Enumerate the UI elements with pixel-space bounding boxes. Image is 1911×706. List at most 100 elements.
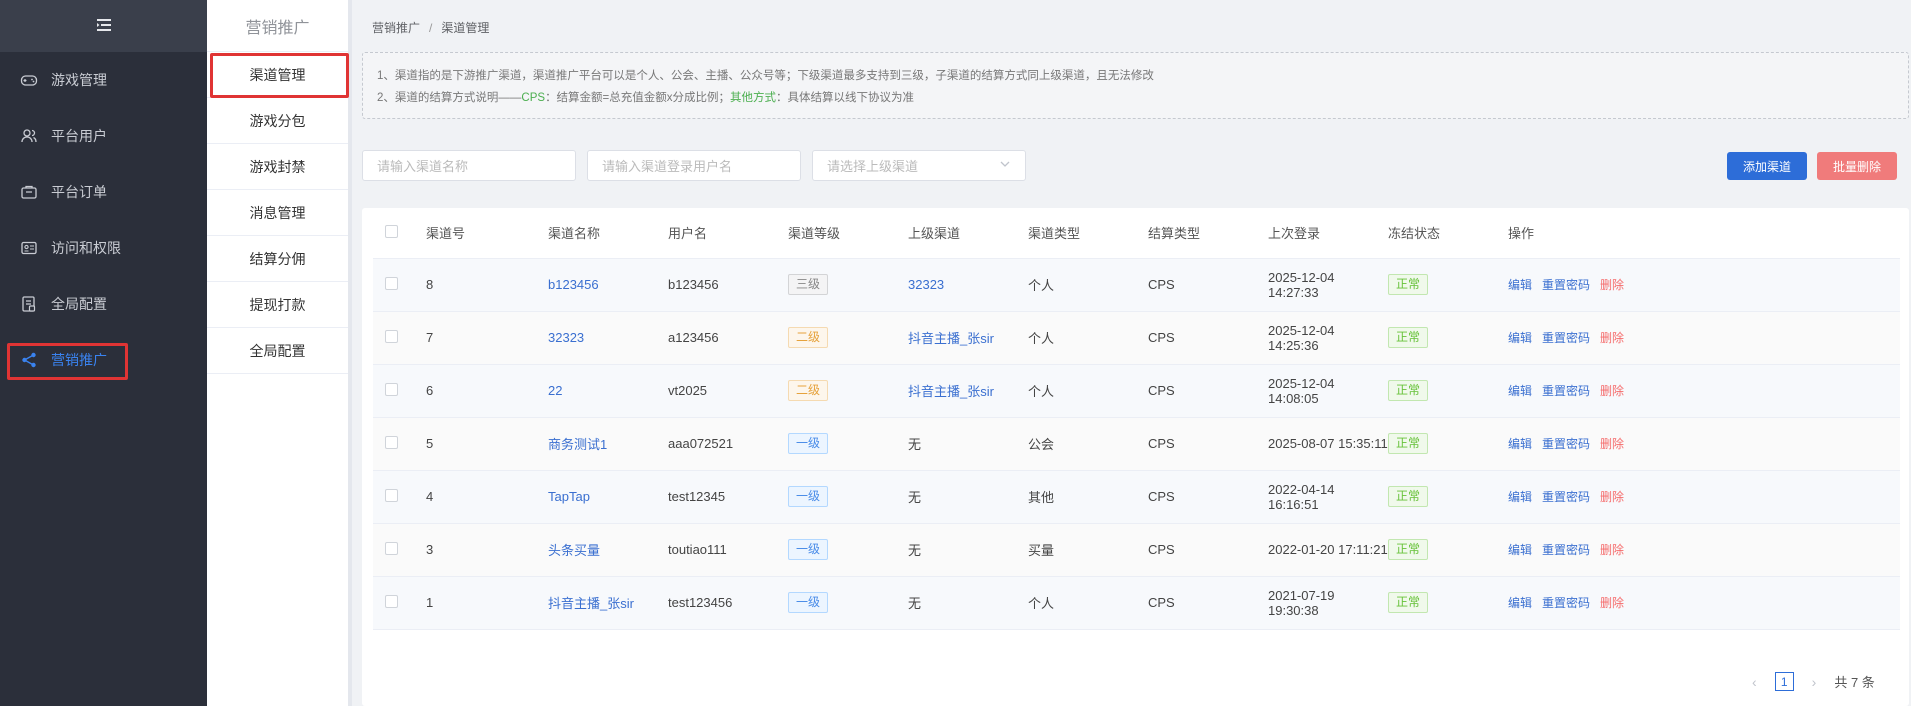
submenu-item[interactable]: 游戏分包 [207, 98, 348, 144]
prev-page-button[interactable]: ‹ [1752, 674, 1757, 690]
submenu-item[interactable]: 结算分佣 [207, 236, 348, 282]
status-badge: 正常 [1388, 486, 1429, 507]
actions-cell: 编辑 重置密码 删除 [1508, 417, 1900, 471]
username: test12345 [668, 470, 788, 524]
row-select-cell [373, 523, 426, 577]
parent-channel: 无 [908, 596, 922, 611]
channel-name-input[interactable]: 请输入渠道名称 [362, 150, 576, 181]
main-sidebar: 游戏管理 平台用户平台订单访问和权限 全局配置 营销推广 [0, 0, 207, 706]
table-row: 7 32323 a123456 二级 抖音主播_张sir 个人 CPS 2025-12-04 … [373, 311, 1900, 365]
submenu-item[interactable]: 渠道管理 [207, 52, 348, 98]
row-checkbox[interactable] [385, 435, 398, 449]
parent-channel: 无 [908, 543, 922, 558]
submenu-item[interactable]: 游戏封禁 [207, 144, 348, 190]
channel-name-cell: b123456 [548, 258, 668, 312]
level-cell: 一级 [788, 470, 908, 524]
delete-button[interactable]: 删除 [1600, 331, 1624, 345]
row-checkbox[interactable] [385, 329, 398, 343]
edit-button[interactable]: 编辑 [1508, 596, 1532, 610]
edit-button[interactable]: 编辑 [1508, 384, 1532, 398]
edit-button[interactable]: 编辑 [1508, 490, 1532, 504]
breadcrumb-separator: / [429, 21, 433, 35]
share-icon [20, 351, 38, 369]
delete-button[interactable]: 删除 [1600, 278, 1624, 292]
reset-password-button[interactable]: 重置密码 [1542, 490, 1590, 504]
parent-cell: 无 [908, 576, 1028, 630]
breadcrumb-root[interactable]: 营销推广 [372, 21, 420, 35]
page-number-button[interactable]: 1 [1774, 672, 1794, 691]
column-header: 操作 [1508, 208, 1900, 259]
delete-button[interactable]: 删除 [1600, 384, 1624, 398]
row-checkbox[interactable] [385, 541, 398, 555]
reset-password-button[interactable]: 重置密码 [1542, 543, 1590, 557]
column-header: 渠道等级 [788, 208, 908, 259]
total-count: 共 7 条 [1834, 675, 1875, 690]
table-row: 6 22 vt2025 二级 抖音主播_张sir 个人 CPS 2025-12-04 14:0… [373, 364, 1900, 418]
menu-toggle[interactable] [0, 0, 207, 52]
row-checkbox[interactable] [385, 276, 398, 290]
channel-type: 公会 [1028, 417, 1148, 471]
channel-id: 3 [426, 523, 548, 577]
parent-cell: 无 [908, 470, 1028, 524]
select-all-checkbox[interactable] [385, 224, 398, 238]
reset-password-button[interactable]: 重置密码 [1542, 331, 1590, 345]
channel-name-link[interactable]: 头条买量 [548, 543, 600, 558]
parent-channel-select[interactable]: 请选择上级渠道 [812, 150, 1026, 181]
channel-name-link[interactable]: 32323 [548, 330, 584, 345]
channel-name-link[interactable]: 抖音主播_张sir [548, 596, 634, 611]
settlement-type: CPS [1148, 364, 1268, 418]
status-cell: 正常 [1388, 523, 1508, 577]
sidebar-item-label: 平台订单 [51, 184, 107, 200]
channel-name-link[interactable]: b123456 [548, 277, 599, 292]
edit-button[interactable]: 编辑 [1508, 437, 1532, 451]
parent-channel[interactable]: 抖音主播_张sir [908, 384, 994, 399]
row-checkbox[interactable] [385, 488, 398, 502]
delete-button[interactable]: 删除 [1600, 490, 1624, 504]
sidebar-item[interactable]: 平台用户 [0, 108, 207, 164]
next-page-button[interactable]: › [1812, 674, 1817, 690]
channel-id: 6 [426, 364, 548, 418]
submenu-item[interactable]: 消息管理 [207, 190, 348, 236]
actions-cell: 编辑 重置密码 删除 [1508, 311, 1900, 365]
sidebar-item[interactable]: 全局配置 [0, 276, 207, 332]
reset-password-button[interactable]: 重置密码 [1542, 596, 1590, 610]
sidebar-item[interactable]: 营销推广 [0, 332, 207, 388]
delete-button[interactable]: 删除 [1600, 543, 1624, 557]
row-checkbox[interactable] [385, 382, 398, 396]
reset-password-button[interactable]: 重置密码 [1542, 437, 1590, 451]
submenu-item[interactable]: 提现打款 [207, 282, 348, 328]
status-cell: 正常 [1388, 364, 1508, 418]
chevron-down-icon [999, 158, 1011, 173]
sidebar-item[interactable]: 平台订单 [0, 164, 207, 220]
reset-password-button[interactable]: 重置密码 [1542, 278, 1590, 292]
status-badge: 正常 [1388, 327, 1429, 348]
channel-name-cell: 32323 [548, 311, 668, 365]
level-badge: 三级 [788, 274, 829, 295]
submenu-item[interactable]: 全局配置 [207, 328, 348, 374]
add-channel-button[interactable]: 添加渠道 [1727, 152, 1807, 180]
parent-channel[interactable]: 32323 [908, 277, 944, 292]
settlement-type: CPS [1148, 576, 1268, 630]
row-checkbox[interactable] [385, 594, 398, 608]
parent-channel[interactable]: 抖音主播_张sir [908, 331, 994, 346]
edit-button[interactable]: 编辑 [1508, 278, 1532, 292]
sidebar-item[interactable]: 游戏管理 [0, 52, 207, 108]
order-icon [20, 183, 38, 201]
menu-toggle-icon[interactable] [94, 15, 114, 38]
batch-delete-button[interactable]: 批量删除 [1817, 152, 1897, 180]
channel-username-input[interactable]: 请输入渠道登录用户名 [587, 150, 801, 181]
sidebar-item[interactable]: 访问和权限 [0, 220, 207, 276]
reset-password-button[interactable]: 重置密码 [1542, 384, 1590, 398]
parent-cell: 无 [908, 523, 1028, 577]
edit-button[interactable]: 编辑 [1508, 543, 1532, 557]
parent-cell: 抖音主播_张sir [908, 364, 1028, 418]
channel-name-link[interactable]: 商务测试1 [548, 437, 607, 452]
edit-button[interactable]: 编辑 [1508, 331, 1532, 345]
channel-name-link[interactable]: 22 [548, 383, 562, 398]
settlement-type: CPS [1148, 523, 1268, 577]
delete-button[interactable]: 删除 [1600, 437, 1624, 451]
table-row: 5 商务测试1 aaa072521 一级 无 公会 CPS 2025-08-07 15:35:… [373, 417, 1900, 471]
level-badge: 一级 [788, 539, 829, 560]
channel-name-link[interactable]: TapTap [548, 489, 590, 504]
delete-button[interactable]: 删除 [1600, 596, 1624, 610]
